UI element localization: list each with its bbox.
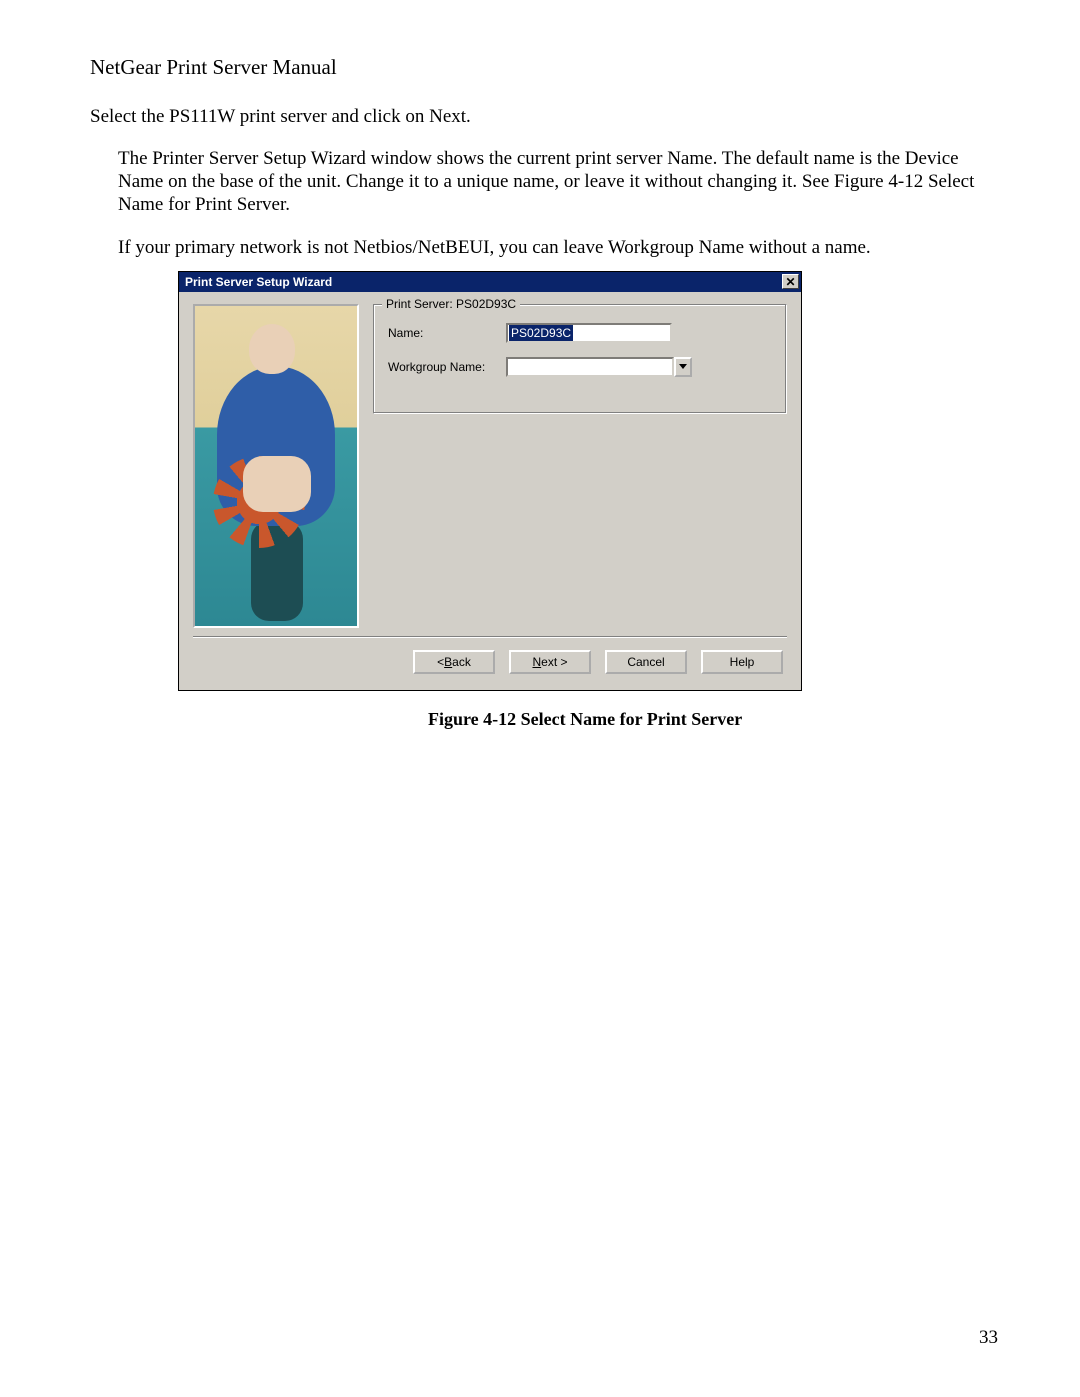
- name-input[interactable]: PS02D93C: [506, 323, 672, 343]
- titlebar: Print Server Setup Wizard ✕: [179, 272, 801, 292]
- groupbox-legend: Print Server: PS02D93C: [382, 297, 520, 311]
- next-underline: N: [532, 655, 541, 669]
- workgroup-combo[interactable]: [506, 357, 692, 377]
- close-button[interactable]: ✕: [782, 274, 799, 289]
- close-icon: ✕: [785, 276, 795, 288]
- section-heading: Select the PS111W print server and click…: [90, 106, 995, 128]
- figure-caption: Figure 4-12 Select Name for Print Server: [428, 709, 995, 730]
- page-number: 33: [979, 1327, 998, 1349]
- chevron-down-icon: [679, 364, 687, 370]
- button-row: < Back Next > Cancel Help: [193, 638, 787, 676]
- workgroup-input[interactable]: [506, 357, 674, 377]
- back-underline: B: [444, 655, 452, 669]
- name-input-value: PS02D93C: [509, 325, 573, 341]
- doc-title: NetGear Print Server Manual: [90, 55, 995, 80]
- back-button[interactable]: < Back: [413, 650, 495, 674]
- body-paragraph-2: If your primary network is not Netbios/N…: [118, 236, 995, 259]
- workgroup-label: Workgroup Name:: [388, 360, 506, 374]
- cancel-label: Cancel: [627, 655, 664, 669]
- back-prefix: <: [437, 655, 444, 669]
- body-paragraph-1: The Printer Server Setup Wizard window s…: [118, 147, 995, 217]
- help-button[interactable]: Help: [701, 650, 783, 674]
- next-suffix: ext >: [541, 655, 567, 669]
- print-server-groupbox: Print Server: PS02D93C Name: PS02D93C Wo…: [373, 304, 787, 414]
- back-suffix: ack: [452, 655, 471, 669]
- cancel-button[interactable]: Cancel: [605, 650, 687, 674]
- workgroup-dropdown-button[interactable]: [674, 357, 692, 377]
- help-label: Help: [730, 655, 755, 669]
- titlebar-text: Print Server Setup Wizard: [185, 275, 332, 289]
- wizard-illustration: [193, 304, 359, 628]
- wizard-dialog: Print Server Setup Wizard ✕ Print Serv: [178, 271, 802, 691]
- name-label: Name:: [388, 326, 506, 340]
- next-button[interactable]: Next >: [509, 650, 591, 674]
